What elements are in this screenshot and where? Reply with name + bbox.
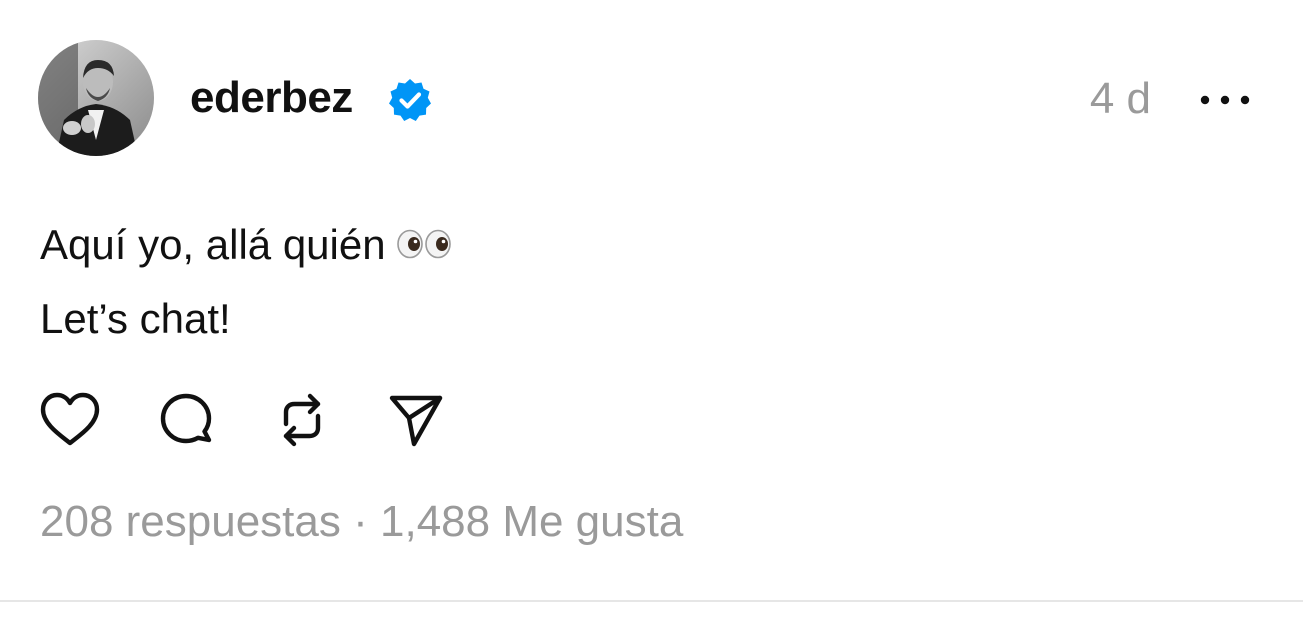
replies-count[interactable]: 208 respuestas	[40, 497, 341, 546]
more-options-icon[interactable]	[1196, 86, 1254, 114]
post-body: Aquí yo, allá quién Let’s chat!	[40, 208, 454, 356]
post-text-line: Aquí yo, allá quién	[40, 208, 454, 282]
repost-icon[interactable]	[270, 388, 334, 452]
username[interactable]: ederbez	[190, 72, 353, 124]
post-stats: 208 respuestas · 1,488 Me gusta	[40, 496, 683, 548]
avatar[interactable]	[38, 40, 154, 156]
heart-icon[interactable]	[38, 388, 102, 452]
stats-separator: ·	[353, 497, 368, 546]
likes-count[interactable]: 1,488 Me gusta	[380, 497, 683, 546]
comment-icon[interactable]	[154, 388, 218, 452]
post-text-line-1: Aquí yo, allá quién	[40, 221, 386, 268]
eyes-emoji-icon	[396, 229, 451, 259]
avatar-photo-icon	[38, 40, 154, 156]
verified-badge-icon	[389, 79, 431, 121]
send-icon[interactable]	[384, 388, 448, 452]
post-timestamp: 4 d	[1089, 74, 1151, 123]
post-text-line-2: Let’s chat!	[40, 295, 231, 342]
thread-post: ederbez 4 d Aquí yo, allá quién Let’s ch…	[0, 0, 1303, 600]
post-divider	[0, 600, 1303, 602]
